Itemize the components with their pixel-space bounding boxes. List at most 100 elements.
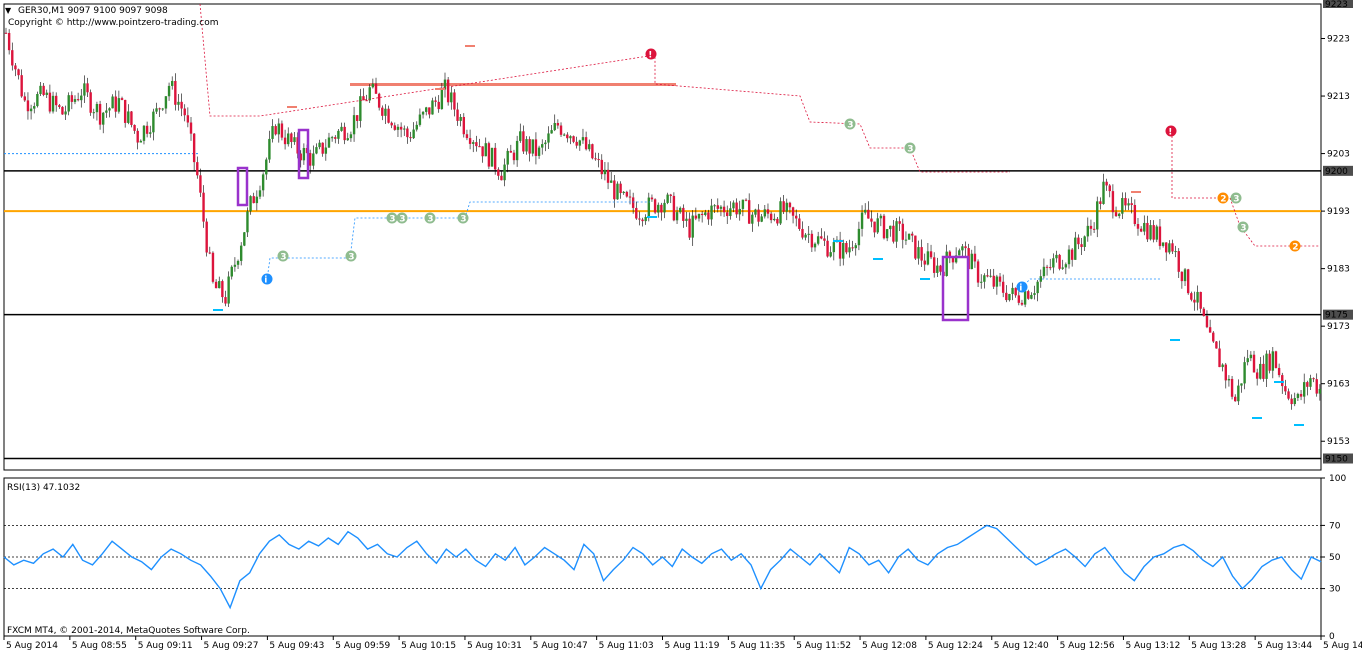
- candle-body: [766, 209, 770, 214]
- price-tick-label: 9163: [1327, 380, 1350, 390]
- candle-body: [1114, 212, 1118, 217]
- candle-body: [575, 141, 578, 146]
- candle-body: [421, 111, 425, 115]
- candle-body: [377, 93, 381, 108]
- candle-body: [359, 96, 362, 121]
- rsi-header: RSI(13) 47.1032: [7, 483, 80, 493]
- candle-body: [1284, 386, 1287, 392]
- candle-body: [889, 225, 892, 230]
- candle-body: [826, 240, 829, 257]
- time-tick-label: 5 Aug 10:15: [401, 641, 456, 651]
- candle-body: [403, 128, 406, 130]
- candle-body: [340, 126, 343, 131]
- candle-body: [798, 218, 801, 229]
- candle-body: [741, 199, 745, 209]
- candle-body: [1121, 198, 1124, 214]
- candle-body: [541, 144, 544, 148]
- candle-body: [1315, 379, 1318, 394]
- candle-body: [1246, 358, 1249, 363]
- candle-body: [381, 107, 384, 116]
- candle-body: [528, 139, 531, 154]
- alert-red-icon-glyph: !: [1168, 127, 1172, 137]
- candle-body: [820, 236, 823, 239]
- candle-body: [406, 128, 409, 138]
- candle-body: [1193, 299, 1196, 303]
- candle-body: [1221, 364, 1224, 368]
- candle-body: [945, 251, 948, 277]
- candle-body: [315, 147, 318, 154]
- candle-body: [343, 126, 346, 141]
- candle-body: [763, 209, 767, 217]
- candle-body: [1243, 362, 1246, 384]
- time-tick-label: 5 Aug 13:28: [1191, 641, 1246, 651]
- candle-body: [628, 196, 632, 198]
- candle-body: [1309, 378, 1312, 387]
- wave-3-badge-glyph: 3: [907, 144, 913, 154]
- candle-body: [989, 275, 992, 277]
- candle-body: [221, 281, 224, 298]
- candle-body: [136, 130, 139, 143]
- candle-body: [732, 202, 735, 209]
- candle-body: [1227, 378, 1231, 381]
- candle-body: [832, 242, 836, 253]
- candle-body: [170, 80, 174, 86]
- candle-body: [459, 116, 462, 121]
- candle-body: [694, 215, 698, 219]
- time-tick-label: 5 Aug 09:43: [269, 641, 324, 651]
- candle-body: [751, 214, 754, 224]
- time-tick-label: 5 Aug 14:00: [1323, 641, 1362, 651]
- candle-body: [807, 233, 810, 235]
- candle-body: [1023, 291, 1027, 305]
- candle-body: [1111, 191, 1115, 213]
- time-tick-label: 5 Aug 10:31: [467, 641, 522, 651]
- candle-body: [707, 212, 710, 220]
- candle-body: [976, 261, 980, 283]
- candle-body: [958, 250, 961, 256]
- candle-body: [754, 209, 757, 215]
- candle-body: [70, 95, 74, 102]
- candle-body: [961, 246, 964, 251]
- candle-body: [1011, 287, 1014, 294]
- rsi-tick-label: 30: [1329, 585, 1341, 595]
- candle-body: [1318, 388, 1322, 394]
- candle-body: [1099, 201, 1102, 204]
- candle-body: [735, 202, 738, 215]
- candle-body: [562, 134, 566, 136]
- candle-body: [1208, 327, 1212, 333]
- candle-body: [842, 242, 845, 259]
- rsi-tick-label: 50: [1329, 553, 1341, 563]
- candle-body: [556, 122, 560, 126]
- candle-body: [848, 247, 851, 253]
- candle-body: [641, 219, 644, 222]
- candle-body: [277, 123, 281, 135]
- candle-body: [67, 95, 70, 112]
- candle-body: [704, 212, 707, 216]
- candle-body: [776, 218, 779, 224]
- candle-body: [1161, 242, 1165, 246]
- candle-body: [42, 85, 45, 95]
- wave-2-badge-glyph: 2: [1220, 194, 1226, 204]
- candle-body: [14, 65, 17, 70]
- candle-body: [48, 92, 52, 112]
- candle-body: [64, 111, 67, 115]
- candle-body: [1296, 393, 1300, 399]
- candle-body: [374, 83, 378, 94]
- time-tick-label: 5 Aug 10:47: [533, 641, 588, 651]
- candle-body: [164, 96, 168, 109]
- time-tick-label: 5 Aug 11:52: [796, 641, 851, 651]
- candle-body: [1262, 363, 1265, 379]
- candle-body: [1089, 225, 1093, 229]
- candle-body: [1230, 378, 1234, 397]
- candle-body: [722, 206, 726, 213]
- candle-body: [437, 101, 440, 110]
- candle-body: [1092, 228, 1096, 230]
- candle-body: [1252, 354, 1256, 373]
- candle-body: [1240, 383, 1243, 386]
- dropdown-triangle-icon[interactable]: ▼: [5, 6, 12, 15]
- rsi-tick-label: 100: [1329, 474, 1346, 484]
- candle-body: [26, 100, 30, 112]
- candle-body: [293, 137, 296, 143]
- candle-body: [1067, 249, 1071, 265]
- candle-body: [1136, 224, 1140, 229]
- candle-body: [1199, 291, 1202, 309]
